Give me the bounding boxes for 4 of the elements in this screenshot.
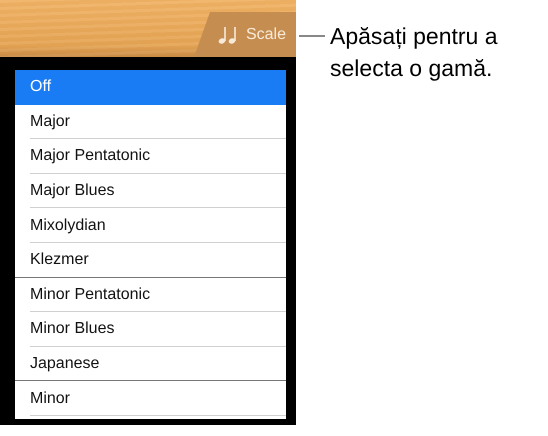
scale-option[interactable]: Off xyxy=(15,70,286,105)
leader-line xyxy=(299,35,325,37)
callout-text: Apăsați pentru a selecta o gamă. xyxy=(330,22,499,83)
music-notes-icon xyxy=(218,24,238,44)
